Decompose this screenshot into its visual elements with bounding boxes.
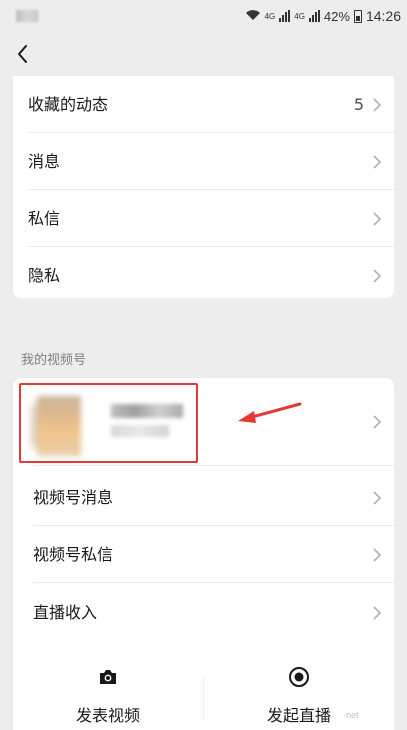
favorites-count: 5 [353,95,364,114]
list-item-privacy[interactable]: 隐私 [13,247,394,304]
post-video-button[interactable]: 发表视频 [13,650,203,730]
list-item-label: 直播收入 [33,603,98,622]
list-item-live-income[interactable]: 直播收入 [13,584,394,641]
status-indicators: 4G 4G 42% 14:26 [245,6,401,26]
divider [33,582,394,583]
chevron-right-icon [373,212,382,226]
list-item-label: 隐私 [28,266,61,285]
section-title-channels: 我的视频号 [21,353,87,368]
divider [33,465,394,466]
list-item-favorites[interactable]: 收藏的动态 5 [13,76,394,133]
camera-icon [100,670,116,684]
watermark-logo: ·net [343,707,403,724]
chevron-right-icon [373,548,382,562]
battery-icon [353,9,362,23]
list-item-label: 视频号私信 [33,545,114,564]
chevron-right-icon [373,98,382,112]
network-label-1: 4G [264,11,276,21]
svg-text:·net: ·net [343,710,359,720]
settings-card: 收藏的动态 5 消息 私信 隐私 [13,76,394,298]
list-item-label: 消息 [28,152,61,171]
chevron-right-icon [373,415,382,429]
post-video-label: 发表视频 [75,706,140,725]
chevron-right-icon [373,269,382,283]
live-record-icon [289,667,309,687]
signal-icon [279,10,291,22]
bottom-action-bar: 发表视频 发起直播 [13,650,394,730]
annotation-highlight-box [19,383,198,463]
list-item-label: 收藏的动态 [28,95,109,114]
annotation-arrow-icon [238,402,302,423]
network-label-2: 4G [294,11,305,21]
nav-bar [0,32,407,76]
wifi-icon [245,9,261,24]
chevron-right-icon [373,491,382,505]
blurred-notification-icons [16,10,38,22]
status-bar: 4G 4G 42% 14:26 [0,0,407,32]
list-item-label: 视频号消息 [33,488,114,507]
chevron-right-icon [373,155,382,169]
list-item-channel-private-messages[interactable]: 视频号私信 [13,526,394,583]
chevron-right-icon [373,606,382,620]
battery-percent: 42% [323,8,350,24]
list-item-channel-messages[interactable]: 视频号消息 [13,469,394,526]
back-chevron-icon[interactable] [12,42,36,66]
list-item-label: 私信 [28,209,61,228]
clock: 14:26 [365,8,401,24]
list-item-messages[interactable]: 消息 [13,133,394,190]
list-item-private-messages[interactable]: 私信 [13,190,394,247]
signal-icon-2 [308,10,320,22]
